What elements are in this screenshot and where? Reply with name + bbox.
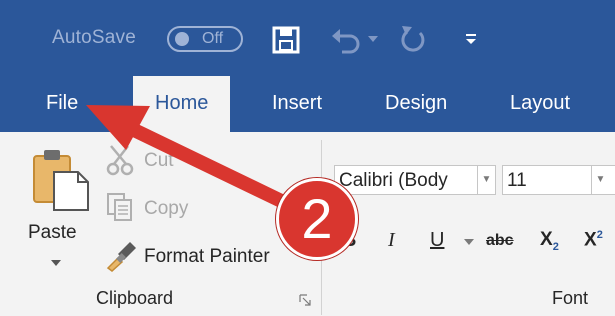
annotation-arrow	[86, 105, 307, 217]
step-number-badge: 2	[276, 178, 358, 260]
